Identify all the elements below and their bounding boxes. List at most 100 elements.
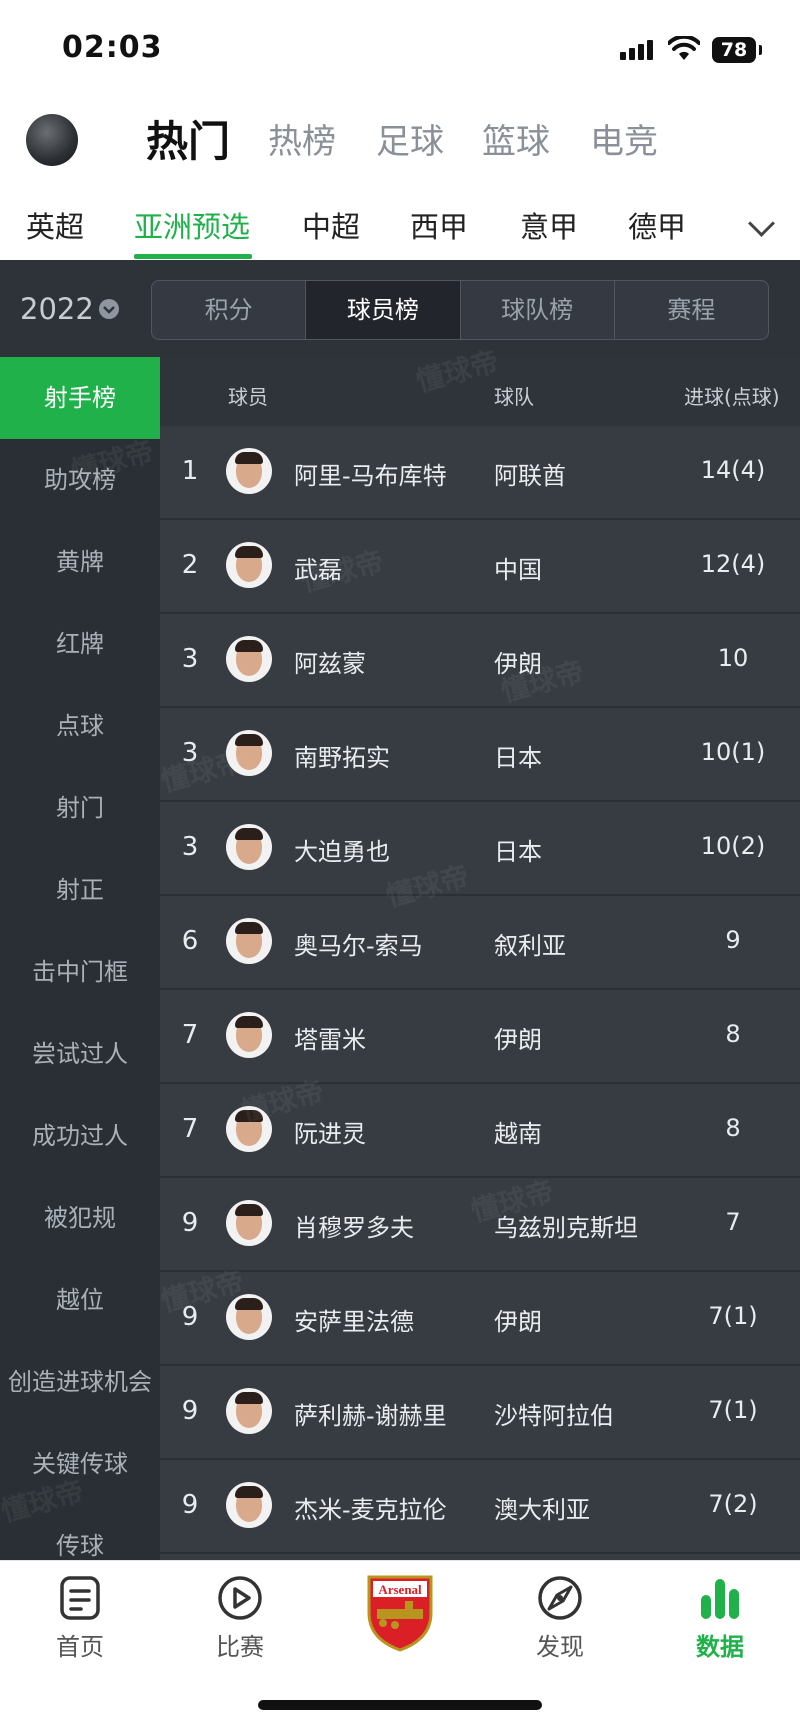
team-name[interactable]: 伊朗 xyxy=(494,1302,542,1337)
active-tab-indicator xyxy=(134,254,252,259)
table-row[interactable]: 2 武磊 中国 12(4) xyxy=(160,520,800,614)
avatar[interactable] xyxy=(26,114,78,166)
tab-esports[interactable]: 电竞 xyxy=(590,114,658,163)
bottom-tab-matches-label: 比赛 xyxy=(216,1633,264,1661)
segment-standings[interactable]: 积分 xyxy=(152,281,307,339)
sidebar-item-red-cards[interactable]: 红牌 xyxy=(0,603,160,685)
cellular-signal-icon xyxy=(620,40,656,60)
league-tab-epl[interactable]: 英超 xyxy=(26,204,84,246)
sidebar-item-woodwork[interactable]: 击中门框 xyxy=(0,931,160,1013)
table-body: 1 阿里-马布库特 阿联酋 14(4) 2 武磊 中国 12(4) 3 阿兹蒙 伊朗 10 3 南野拓实日… xyxy=(160,426,800,1554)
bottom-tab-team[interactable]: Arsenal xyxy=(345,1573,455,1653)
league-tab-laliga[interactable]: 西甲 xyxy=(410,204,468,246)
table-row[interactable]: 3 阿兹蒙 伊朗 10 xyxy=(160,614,800,708)
sidebar-item-passes[interactable]: 传球 xyxy=(0,1505,160,1560)
league-tab-seriea[interactable]: 意甲 xyxy=(520,204,578,246)
segment-team-rankings[interactable]: 球队榜 xyxy=(461,281,615,339)
team-name[interactable]: 中国 xyxy=(494,550,542,585)
rank: 9 xyxy=(181,1490,199,1520)
sidebar-item-dribbles-attempted[interactable]: 尝试过人 xyxy=(0,1013,160,1095)
chevron-down-circle-icon[interactable] xyxy=(98,298,120,320)
arsenal-crest-icon: Arsenal xyxy=(367,1575,433,1652)
table-row[interactable]: 7 塔雷米 伊朗 8 xyxy=(160,990,800,1084)
goals-value: 7(1) xyxy=(708,1396,758,1424)
player-name[interactable]: 奥马尔-索马 xyxy=(294,926,423,961)
team-name[interactable]: 叙利亚 xyxy=(494,926,566,961)
team-name[interactable]: 阿联酋 xyxy=(494,456,566,491)
team-name[interactable]: 沙特阿拉伯 xyxy=(494,1396,614,1431)
player-name[interactable]: 塔雷米 xyxy=(294,1020,366,1055)
team-name[interactable]: 越南 xyxy=(494,1114,542,1149)
tab-basketball[interactable]: 篮球 xyxy=(482,114,550,163)
table-row[interactable]: 3 大迫勇也 日本 10(2) xyxy=(160,802,800,896)
segment-player-rankings[interactable]: 球员榜 xyxy=(306,281,461,339)
team-name[interactable]: 伊朗 xyxy=(494,644,542,679)
player-name[interactable]: 武磊 xyxy=(294,550,342,585)
battery-icon: 78 xyxy=(712,37,762,63)
table-row[interactable]: 9 杰米-麦克拉伦 澳大利亚 7(2) xyxy=(160,1460,800,1554)
season-bar: 2022 积分 球员榜 球队榜 赛程 xyxy=(0,260,800,357)
sidebar-item-top-scorers[interactable]: 射手榜 xyxy=(0,357,160,439)
chevron-down-icon[interactable] xyxy=(748,210,775,237)
goals-value: 14(4) xyxy=(700,456,766,484)
sidebar-item-penalties[interactable]: 点球 xyxy=(0,685,160,767)
bottom-tab-matches[interactable]: 比赛 xyxy=(185,1575,295,1662)
bar-chart-icon xyxy=(701,1579,739,1619)
tab-football[interactable]: 足球 xyxy=(376,114,444,163)
player-name[interactable]: 阿兹蒙 xyxy=(294,644,366,679)
table-row[interactable]: 6 奥马尔-索马 叙利亚 9 xyxy=(160,896,800,990)
player-name[interactable]: 大迫勇也 xyxy=(294,832,390,867)
player-avatar xyxy=(226,1106,272,1152)
rank: 3 xyxy=(181,644,199,674)
sidebar-item-chances-created[interactable]: 创造进球机会 xyxy=(0,1341,160,1423)
segment-schedule[interactable]: 赛程 xyxy=(615,281,768,339)
table-row[interactable]: 1 阿里-马布库特 阿联酋 14(4) xyxy=(160,426,800,520)
bottom-tab-home-label: 首页 xyxy=(56,1633,104,1661)
league-tab-asia-qualifiers[interactable]: 亚洲预选 xyxy=(134,204,250,246)
player-name[interactable]: 南野拓实 xyxy=(294,738,390,773)
header-goals: 进球(点球) xyxy=(684,385,780,409)
league-tab-csl[interactable]: 中超 xyxy=(302,204,360,246)
team-name[interactable]: 澳大利亚 xyxy=(494,1490,590,1525)
player-name[interactable]: 阮进灵 xyxy=(294,1114,366,1149)
team-name[interactable]: 日本 xyxy=(494,832,542,867)
rank: 2 xyxy=(181,550,199,580)
sidebar-item-shots[interactable]: 射门 xyxy=(0,767,160,849)
status-bar: 02:03 78 xyxy=(0,0,800,100)
rank: 1 xyxy=(181,456,199,486)
sidebar-item-assists[interactable]: 助攻榜 xyxy=(0,439,160,521)
rank: 3 xyxy=(181,832,199,862)
player-name[interactable]: 杰米-麦克拉伦 xyxy=(294,1490,447,1525)
sidebar-item-offsides[interactable]: 越位 xyxy=(0,1259,160,1341)
player-avatar xyxy=(226,1200,272,1246)
player-name[interactable]: 萨利赫-谢赫里 xyxy=(294,1396,447,1431)
table-row[interactable]: 7 阮进灵 越南 8 xyxy=(160,1084,800,1178)
player-name[interactable]: 肖穆罗多夫 xyxy=(294,1208,414,1243)
table-row[interactable]: 9 萨利赫-谢赫里 沙特阿拉伯 7(1) xyxy=(160,1366,800,1460)
bottom-tab-discover[interactable]: 发现 xyxy=(505,1575,615,1662)
sidebar-item-dribbles-completed[interactable]: 成功过人 xyxy=(0,1095,160,1177)
season-selector[interactable]: 2022 xyxy=(20,292,94,326)
sidebar-item-fouled[interactable]: 被犯规 xyxy=(0,1177,160,1259)
team-name[interactable]: 日本 xyxy=(494,738,542,773)
goals-value: 10 xyxy=(717,644,749,672)
table-row[interactable]: 9 安萨里法德 伊朗 7(1) xyxy=(160,1272,800,1366)
player-avatar xyxy=(226,824,272,870)
sidebar-item-yellow-cards[interactable]: 黄牌 xyxy=(0,521,160,603)
player-name[interactable]: 安萨里法德 xyxy=(294,1302,414,1337)
tab-hot-list[interactable]: 热榜 xyxy=(268,114,336,163)
table-row[interactable]: 3 南野拓实 日本 10(1) xyxy=(160,708,800,802)
team-name[interactable]: 乌兹别克斯坦 xyxy=(494,1208,638,1243)
goals-value: 7(1) xyxy=(708,1302,758,1330)
team-name[interactable]: 伊朗 xyxy=(494,1020,542,1055)
player-name[interactable]: 阿里-马布库特 xyxy=(294,456,447,491)
rank: 7 xyxy=(181,1020,199,1050)
bottom-tab-data[interactable]: 数据 xyxy=(665,1575,775,1662)
sidebar-item-key-passes[interactable]: 关键传球 xyxy=(0,1423,160,1505)
tab-hot[interactable]: 热门 xyxy=(146,108,230,169)
header-team: 球队 xyxy=(494,385,534,409)
table-row[interactable]: 9 肖穆罗多夫 乌兹别克斯坦 7 xyxy=(160,1178,800,1272)
league-tab-bundesliga[interactable]: 德甲 xyxy=(628,204,686,246)
sidebar-item-shots-on-target[interactable]: 射正 xyxy=(0,849,160,931)
bottom-tab-home[interactable]: 首页 xyxy=(25,1575,135,1662)
